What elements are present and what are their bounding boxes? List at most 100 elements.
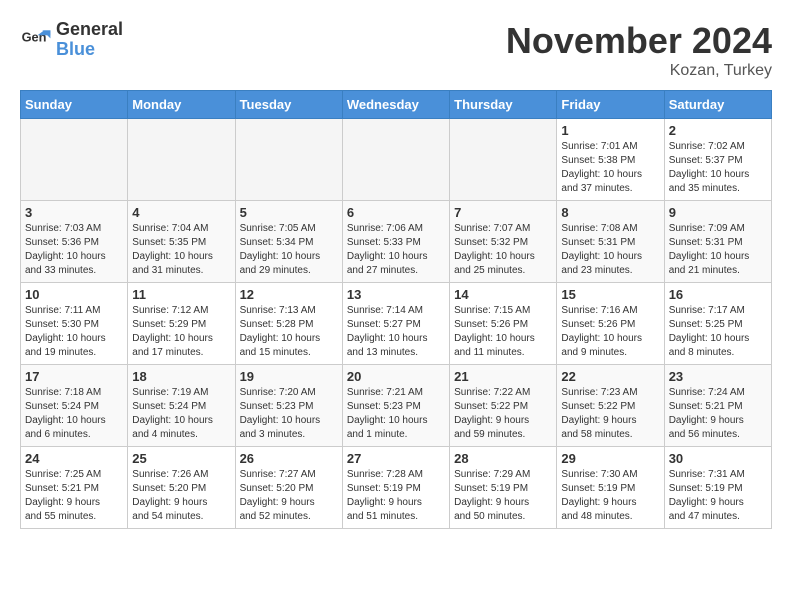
calendar-day-cell: 6 Sunrise: 7:06 AM Sunset: 5:33 PM Daylig…: [342, 201, 449, 283]
day-info: Sunrise: 7:26 AM Sunset: 5:20 PM Dayligh…: [132, 468, 230, 524]
day-number: 23: [669, 369, 767, 384]
calendar-day-cell: 18Sunrise: 7:19 AM Sunset: 5:24 PM Dayli…: [128, 365, 235, 447]
day-info: Sunrise: 7:31 AM Sunset: 5:19 PM Dayligh…: [669, 468, 767, 524]
day-number: 3: [25, 205, 123, 220]
day-info: Sunrise: 7:21 AM Sunset: 5:23 PM Dayligh…: [347, 386, 445, 442]
day-info: Sunrise: 7:20 AM Sunset: 5:23 PM Dayligh…: [240, 386, 338, 442]
calendar-day-cell: 24 Sunrise: 7:25 AM Sunset: 5:21 PM Dayli…: [21, 447, 128, 529]
day-info: Sunrise: 7:12 AM Sunset: 5:29 PM Dayligh…: [132, 304, 230, 360]
day-info: Sunrise: 7:17 AM Sunset: 5:25 PM Dayligh…: [669, 304, 767, 360]
day-number: 21: [454, 369, 552, 384]
day-of-week-header: Friday: [557, 91, 664, 119]
day-info: Sunrise: 7:02 AM Sunset: 5:37 PM Dayligh…: [669, 140, 767, 196]
calendar-day-cell: 27 Sunrise: 7:28 AM Sunset: 5:19 PM Dayli…: [342, 447, 449, 529]
day-number: 10: [25, 287, 123, 302]
calendar-day-cell: 23 Sunrise: 7:24 AM Sunset: 5:21 PM Dayli…: [664, 365, 771, 447]
calendar-week-row: 24 Sunrise: 7:25 AM Sunset: 5:21 PM Dayli…: [21, 447, 772, 529]
day-of-week-header: Thursday: [450, 91, 557, 119]
day-info: Sunrise: 7:01 AM Sunset: 5:38 PM Dayligh…: [561, 140, 659, 196]
day-info: Sunrise: 7:23 AM Sunset: 5:22 PM Dayligh…: [561, 386, 659, 442]
day-number: 29: [561, 451, 659, 466]
day-info: Sunrise: 7:30 AM Sunset: 5:19 PM Dayligh…: [561, 468, 659, 524]
day-number: 22: [561, 369, 659, 384]
day-info: Sunrise: 7:24 AM Sunset: 5:21 PM Dayligh…: [669, 386, 767, 442]
day-number: 6: [347, 205, 445, 220]
calendar-day-cell: 19 Sunrise: 7:20 AM Sunset: 5:23 PM Dayli…: [235, 365, 342, 447]
calendar-day-cell: 16Sunrise: 7:17 AM Sunset: 5:25 PM Dayli…: [664, 283, 771, 365]
day-info: Sunrise: 7:16 AM Sunset: 5:26 PM Dayligh…: [561, 304, 659, 360]
calendar-day-cell: [128, 119, 235, 201]
day-info: Sunrise: 7:07 AM Sunset: 5:32 PM Dayligh…: [454, 222, 552, 278]
calendar-day-cell: 22 Sunrise: 7:23 AM Sunset: 5:22 PM Dayli…: [557, 365, 664, 447]
calendar-day-cell: 2Sunrise: 7:02 AM Sunset: 5:37 PM Daylig…: [664, 119, 771, 201]
calendar-day-cell: [21, 119, 128, 201]
calendar-week-row: 17 Sunrise: 7:18 AM Sunset: 5:24 PM Dayli…: [21, 365, 772, 447]
calendar-day-cell: [342, 119, 449, 201]
calendar-day-cell: 21 Sunrise: 7:22 AM Sunset: 5:22 PM Dayli…: [450, 365, 557, 447]
logo-blue: Blue: [56, 40, 123, 60]
day-info: Sunrise: 7:13 AM Sunset: 5:28 PM Dayligh…: [240, 304, 338, 360]
day-info: Sunrise: 7:04 AM Sunset: 5:35 PM Dayligh…: [132, 222, 230, 278]
day-number: 30: [669, 451, 767, 466]
day-number: 4: [132, 205, 230, 220]
calendar-day-cell: 7Sunrise: 7:07 AM Sunset: 5:32 PM Daylig…: [450, 201, 557, 283]
day-info: Sunrise: 7:08 AM Sunset: 5:31 PM Dayligh…: [561, 222, 659, 278]
day-number: 9: [669, 205, 767, 220]
calendar-week-row: 3 Sunrise: 7:03 AM Sunset: 5:36 PM Daylig…: [21, 201, 772, 283]
day-number: 13: [347, 287, 445, 302]
calendar-week-row: 1 Sunrise: 7:01 AM Sunset: 5:38 PM Daylig…: [21, 119, 772, 201]
calendar-title: November 2024: [506, 20, 772, 62]
day-number: 26: [240, 451, 338, 466]
day-of-week-header: Tuesday: [235, 91, 342, 119]
calendar-week-row: 10Sunrise: 7:11 AM Sunset: 5:30 PM Dayli…: [21, 283, 772, 365]
day-info: Sunrise: 7:25 AM Sunset: 5:21 PM Dayligh…: [25, 468, 123, 524]
calendar-body: 1 Sunrise: 7:01 AM Sunset: 5:38 PM Daylig…: [21, 119, 772, 529]
day-info: Sunrise: 7:15 AM Sunset: 5:26 PM Dayligh…: [454, 304, 552, 360]
calendar-day-cell: 8 Sunrise: 7:08 AM Sunset: 5:31 PM Daylig…: [557, 201, 664, 283]
calendar-day-cell: [235, 119, 342, 201]
calendar-day-cell: 15 Sunrise: 7:16 AM Sunset: 5:26 PM Dayli…: [557, 283, 664, 365]
calendar-day-cell: 29 Sunrise: 7:30 AM Sunset: 5:19 PM Dayli…: [557, 447, 664, 529]
day-info: Sunrise: 7:22 AM Sunset: 5:22 PM Dayligh…: [454, 386, 552, 442]
header: Gen General Blue November 2024 Kozan, Tu…: [20, 20, 772, 80]
calendar-day-cell: 1 Sunrise: 7:01 AM Sunset: 5:38 PM Daylig…: [557, 119, 664, 201]
day-number: 15: [561, 287, 659, 302]
day-info: Sunrise: 7:05 AM Sunset: 5:34 PM Dayligh…: [240, 222, 338, 278]
calendar-header-row: SundayMondayTuesdayWednesdayThursdayFrid…: [21, 91, 772, 119]
day-info: Sunrise: 7:29 AM Sunset: 5:19 PM Dayligh…: [454, 468, 552, 524]
day-info: Sunrise: 7:28 AM Sunset: 5:19 PM Dayligh…: [347, 468, 445, 524]
calendar-table: SundayMondayTuesdayWednesdayThursdayFrid…: [20, 90, 772, 529]
day-number: 27: [347, 451, 445, 466]
day-info: Sunrise: 7:06 AM Sunset: 5:33 PM Dayligh…: [347, 222, 445, 278]
day-number: 17: [25, 369, 123, 384]
calendar-day-cell: 11 Sunrise: 7:12 AM Sunset: 5:29 PM Dayli…: [128, 283, 235, 365]
calendar-day-cell: 5 Sunrise: 7:05 AM Sunset: 5:34 PM Daylig…: [235, 201, 342, 283]
day-number: 11: [132, 287, 230, 302]
day-number: 1: [561, 123, 659, 138]
calendar-day-cell: 4 Sunrise: 7:04 AM Sunset: 5:35 PM Daylig…: [128, 201, 235, 283]
calendar-day-cell: 12 Sunrise: 7:13 AM Sunset: 5:28 PM Dayli…: [235, 283, 342, 365]
title-area: November 2024 Kozan, Turkey: [506, 20, 772, 80]
calendar-day-cell: 13 Sunrise: 7:14 AM Sunset: 5:27 PM Dayli…: [342, 283, 449, 365]
calendar-day-cell: 17 Sunrise: 7:18 AM Sunset: 5:24 PM Dayli…: [21, 365, 128, 447]
day-number: 8: [561, 205, 659, 220]
calendar-day-cell: 20Sunrise: 7:21 AM Sunset: 5:23 PM Dayli…: [342, 365, 449, 447]
day-info: Sunrise: 7:03 AM Sunset: 5:36 PM Dayligh…: [25, 222, 123, 278]
day-of-week-header: Wednesday: [342, 91, 449, 119]
day-number: 5: [240, 205, 338, 220]
day-number: 19: [240, 369, 338, 384]
logo-general: General: [56, 20, 123, 40]
logo-icon: Gen: [20, 24, 52, 56]
day-info: Sunrise: 7:14 AM Sunset: 5:27 PM Dayligh…: [347, 304, 445, 360]
calendar-day-cell: 26Sunrise: 7:27 AM Sunset: 5:20 PM Dayli…: [235, 447, 342, 529]
day-number: 24: [25, 451, 123, 466]
day-number: 14: [454, 287, 552, 302]
day-info: Sunrise: 7:18 AM Sunset: 5:24 PM Dayligh…: [25, 386, 123, 442]
day-info: Sunrise: 7:09 AM Sunset: 5:31 PM Dayligh…: [669, 222, 767, 278]
calendar-day-cell: 30 Sunrise: 7:31 AM Sunset: 5:19 PM Dayli…: [664, 447, 771, 529]
calendar-day-cell: 10Sunrise: 7:11 AM Sunset: 5:30 PM Dayli…: [21, 283, 128, 365]
calendar-day-cell: 14 Sunrise: 7:15 AM Sunset: 5:26 PM Dayli…: [450, 283, 557, 365]
logo: Gen General Blue: [20, 20, 123, 60]
calendar-subtitle: Kozan, Turkey: [506, 62, 772, 80]
day-number: 12: [240, 287, 338, 302]
